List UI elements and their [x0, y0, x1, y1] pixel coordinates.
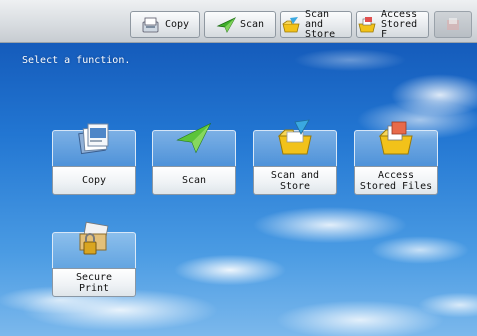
toolbar-access-stored-files-button[interactable]: Access Stored F: [356, 8, 429, 40]
top-toolbar: Copy Scan Scan and Store Access Stored F: [0, 0, 477, 43]
function-scan-and-store-button[interactable]: Scan and Store: [253, 119, 337, 195]
access-stored-files-icon: [358, 16, 376, 32]
function-access-stored-files-button[interactable]: Access Stored Files: [354, 121, 438, 195]
scan-icon: [176, 122, 212, 154]
toolbar-scan-and-store-label: Scan and Store: [305, 8, 336, 40]
access-stored-files-icon: [378, 121, 413, 155]
function-label: Secure Print: [52, 268, 136, 297]
toolbar-scan-button[interactable]: Scan: [204, 11, 276, 38]
scan-and-store-icon: [282, 16, 300, 32]
secure-print-icon: [447, 17, 459, 30]
function-label: Scan: [152, 166, 236, 195]
instruction-message: Select a function.: [22, 55, 131, 66]
scan-icon: [216, 16, 236, 33]
copy-icon: [78, 123, 109, 155]
function-copy-button[interactable]: Copy: [52, 123, 136, 195]
toolbar-scan-label: Scan: [239, 18, 265, 30]
function-scan-button[interactable]: Scan: [152, 122, 236, 195]
function-secure-print-button[interactable]: Secure Print: [52, 221, 136, 297]
copy-icon: [142, 17, 159, 32]
toolbar-extra-button[interactable]: [434, 11, 472, 38]
function-label: Access Stored Files: [354, 166, 438, 195]
toolbar-copy-label: Copy: [164, 18, 190, 30]
scan-and-store-icon: [277, 119, 312, 155]
secure-print-icon: [79, 221, 109, 255]
function-label: Scan and Store: [253, 166, 337, 195]
toolbar-copy-button[interactable]: Copy: [130, 11, 200, 38]
toolbar-scan-and-store-button[interactable]: Scan and Store: [280, 8, 352, 40]
function-label: Copy: [52, 166, 136, 195]
toolbar-access-stored-files-label: Access Stored F: [381, 8, 418, 40]
